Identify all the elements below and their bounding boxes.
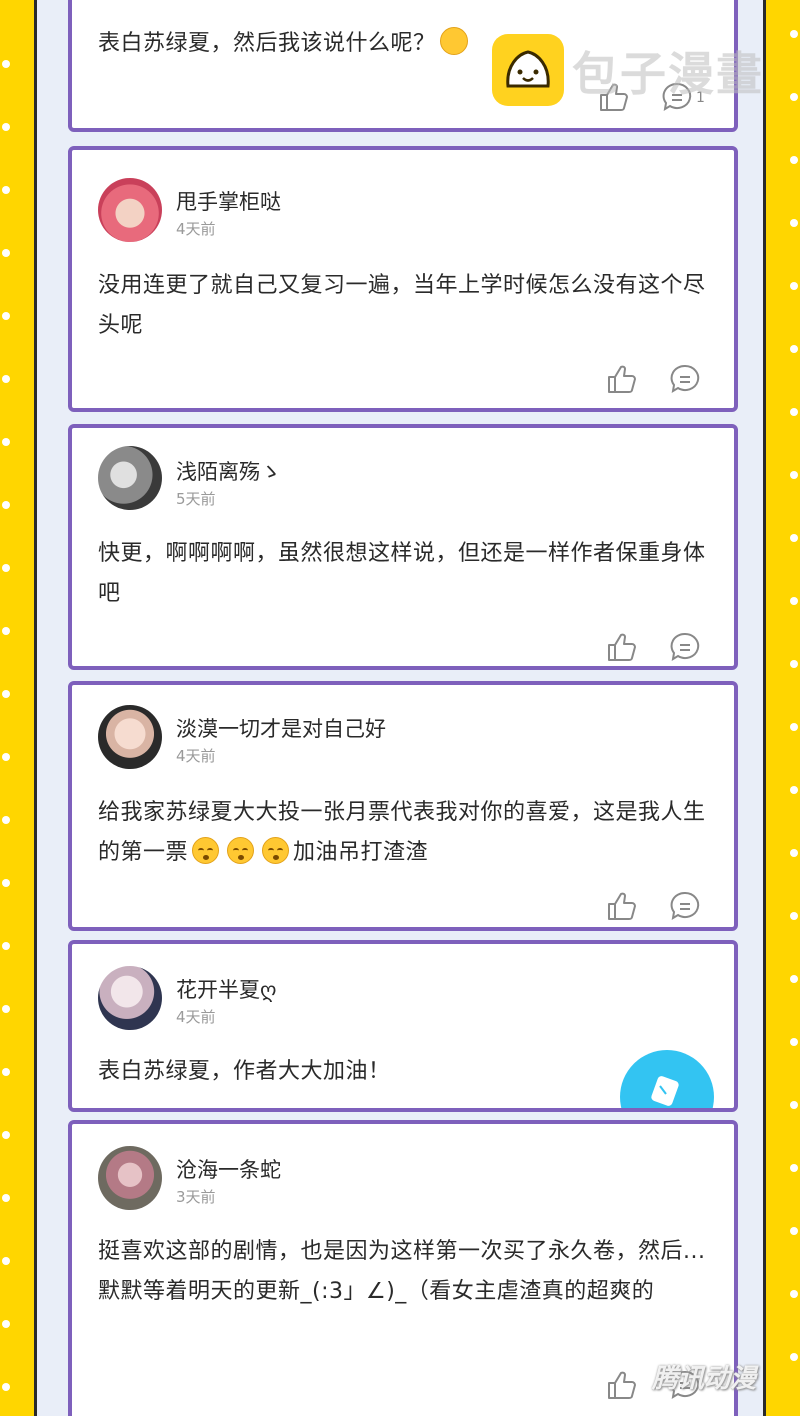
timestamp: 4天前 — [176, 1008, 216, 1026]
rail-dot — [790, 1353, 798, 1361]
rail-dot — [790, 534, 798, 542]
reply-button[interactable] — [668, 362, 702, 396]
right-rail — [766, 0, 800, 1416]
avatar[interactable] — [98, 446, 162, 510]
brand-watermark: 包子漫畫 — [492, 34, 772, 108]
comment-card: 沧海一条蛇 3天前 挺喜欢这部的剧情，也是因为这样第一次买了永久卷，然后...默… — [68, 1120, 738, 1416]
dizzy-emoji-icon — [439, 27, 468, 55]
comment-bubble-icon — [670, 632, 700, 661]
rail-dot — [790, 1101, 798, 1109]
left-rail-dots — [2, 0, 10, 1416]
rail-dot — [2, 249, 10, 257]
edit-icon — [651, 1076, 679, 1106]
avatar[interactable] — [98, 966, 162, 1030]
reply-button[interactable] — [668, 889, 702, 923]
username[interactable]: 沧海一条蛇 — [176, 1154, 281, 1184]
reply-button[interactable] — [668, 630, 702, 664]
rail-dot — [2, 690, 10, 698]
rail-dot — [2, 186, 10, 194]
rail-dot — [790, 723, 798, 731]
rail-dot — [2, 438, 10, 446]
thumbs-up-icon — [608, 892, 636, 920]
rail-dot — [2, 564, 10, 572]
thumbs-up-icon — [608, 1371, 636, 1399]
timestamp: 5天前 — [176, 490, 216, 508]
right-rail-dots — [790, 0, 798, 1416]
username[interactable]: 花开半夏ღ — [176, 974, 277, 1004]
comment-text: 没用连更了就自己又复习一遍，当年上学时候怎么没有这个尽头呢 — [98, 273, 706, 338]
rail-dot — [790, 1227, 798, 1235]
kiss-emoji-icon — [227, 837, 255, 864]
comment-text-content: 表白苏绿夏，然后我该说什么呢？ — [98, 31, 436, 56]
rail-dot — [790, 786, 798, 794]
rail-dot — [2, 816, 10, 824]
timestamp: 3天前 — [176, 1188, 216, 1206]
left-rail — [0, 0, 34, 1416]
username[interactable]: 淡漠一切才是对自己好 — [176, 713, 386, 743]
rail-dot — [790, 1290, 798, 1298]
compose-fab[interactable] — [620, 1050, 714, 1108]
corner-watermark: 腾讯动漫 — [652, 1364, 757, 1394]
like-button[interactable] — [604, 630, 638, 664]
rail-dot — [790, 975, 798, 983]
rail-dot — [790, 1038, 798, 1046]
rail-dot — [790, 345, 798, 353]
comment-card: 甩手掌柜哒 4天前 没用连更了就自己又复习一遍，当年上学时候怎么没有这个尽头呢 — [68, 146, 738, 412]
like-button[interactable] — [604, 362, 638, 396]
kiss-emoji-icon — [192, 837, 220, 864]
comment-card: 浅陌离殇ゝ 5天前 快更，啊啊啊啊，虽然很想这样说，但还是一样作者保重身体吧 — [68, 424, 738, 670]
rail-dot — [790, 219, 798, 227]
rail-dot — [790, 408, 798, 416]
kiss-emoji-icon — [262, 837, 290, 864]
rail-dot — [790, 156, 798, 164]
timestamp: 4天前 — [176, 220, 216, 238]
rail-dot — [2, 627, 10, 635]
rail-dot — [2, 1257, 10, 1265]
watermark-text: 包子漫畫 — [572, 47, 764, 101]
rail-dot — [790, 30, 798, 38]
thumbs-up-icon — [608, 633, 636, 661]
timestamp: 4天前 — [176, 747, 216, 765]
rail-dot — [2, 753, 10, 761]
rail-dot — [790, 849, 798, 857]
thumbs-up-icon — [608, 365, 636, 393]
rail-dot — [2, 879, 10, 887]
rail-dot — [2, 123, 10, 131]
rail-dot — [790, 471, 798, 479]
comment-text: 挺喜欢这部的剧情，也是因为这样第一次买了永久卷，然后...默默等着明天的更新_(… — [98, 1239, 706, 1304]
rail-dot — [2, 1383, 10, 1391]
rail-dot — [790, 93, 798, 101]
username[interactable]: 浅陌离殇ゝ — [176, 456, 281, 486]
rail-dot — [2, 1005, 10, 1013]
comment-bubble-icon — [670, 891, 700, 920]
rail-dot — [2, 1194, 10, 1202]
rail-dot — [2, 1068, 10, 1076]
comment-text-content: 加油吊打渣渣 — [293, 840, 429, 865]
comment-card: 淡漠一切才是对自己好 4天前 给我家苏绿夏大大投一张月票代表我对你的喜爱，这是我… — [68, 681, 738, 931]
like-button[interactable] — [604, 889, 638, 923]
comment-bubble-icon — [670, 364, 700, 393]
avatar[interactable] — [98, 1146, 162, 1210]
avatar[interactable] — [98, 705, 162, 769]
rail-dot — [2, 60, 10, 68]
rail-dot — [790, 597, 798, 605]
rail-dot — [2, 501, 10, 509]
rail-dot — [2, 312, 10, 320]
bun-logo-icon — [492, 34, 564, 106]
comment-text: 快更，啊啊啊啊，虽然很想这样说，但还是一样作者保重身体吧 — [98, 541, 706, 606]
rail-dot — [2, 942, 10, 950]
rail-dot — [790, 282, 798, 290]
rail-dot — [790, 660, 798, 668]
rail-dot — [790, 1164, 798, 1172]
comment-card: 花开半夏ღ 4天前 表白苏绿夏，作者大大加油！ — [68, 940, 738, 1112]
rail-dot — [2, 1320, 10, 1328]
rail-dot — [790, 912, 798, 920]
like-button[interactable] — [604, 1368, 638, 1402]
rail-dot — [2, 1131, 10, 1139]
comment-text: 给我家苏绿夏大大投一张月票代表我对你的喜爱，这是我人生的第一票 加油吊打渣渣 — [98, 793, 718, 873]
username[interactable]: 甩手掌柜哒 — [176, 186, 281, 216]
rail-dot — [2, 375, 10, 383]
avatar[interactable] — [98, 178, 162, 242]
